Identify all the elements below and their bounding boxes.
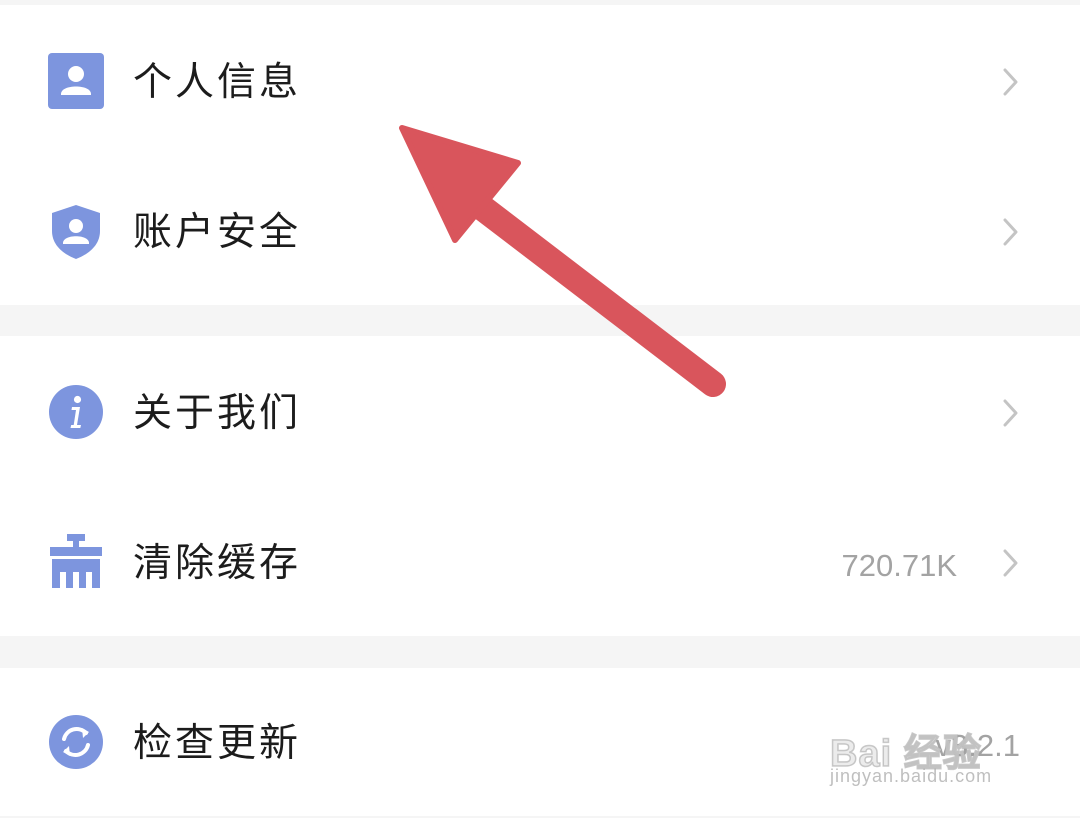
- refresh-icon: [49, 715, 103, 769]
- menu-item-label: 个人信息: [133, 60, 302, 105]
- settings-group-account: 个人信息 账户安全: [0, 5, 1080, 305]
- app-version-value: v3.2.1: [935, 728, 1020, 763]
- settings-group-app: 关于我们 清除缓存 720.71K: [0, 336, 1080, 636]
- menu-item-account-security[interactable]: 账户安全: [0, 155, 1080, 305]
- chevron-right-icon: [1003, 218, 1018, 246]
- broom-icon: [50, 534, 102, 588]
- info-icon: [49, 385, 103, 439]
- menu-item-personal-info[interactable]: 个人信息: [0, 5, 1080, 155]
- settings-group-update: 检查更新 v3.2.1: [0, 668, 1080, 816]
- chevron-right-icon: [1003, 549, 1018, 577]
- chevron-right-icon: [1003, 68, 1018, 96]
- menu-item-label: 清除缓存: [133, 541, 302, 586]
- cache-size-value: 720.71K: [841, 548, 958, 583]
- menu-item-label: 检查更新: [133, 721, 302, 766]
- menu-item-clear-cache[interactable]: 清除缓存 720.71K: [0, 486, 1080, 636]
- menu-item-about-us[interactable]: 关于我们: [0, 336, 1080, 486]
- menu-item-label: 关于我们: [133, 391, 302, 436]
- menu-item-check-update[interactable]: 检查更新 v3.2.1: [0, 668, 1080, 818]
- chevron-right-icon: [1003, 399, 1018, 427]
- user-card-icon: [48, 53, 104, 109]
- shield-user-icon: [52, 205, 100, 259]
- menu-item-label: 账户安全: [133, 210, 302, 255]
